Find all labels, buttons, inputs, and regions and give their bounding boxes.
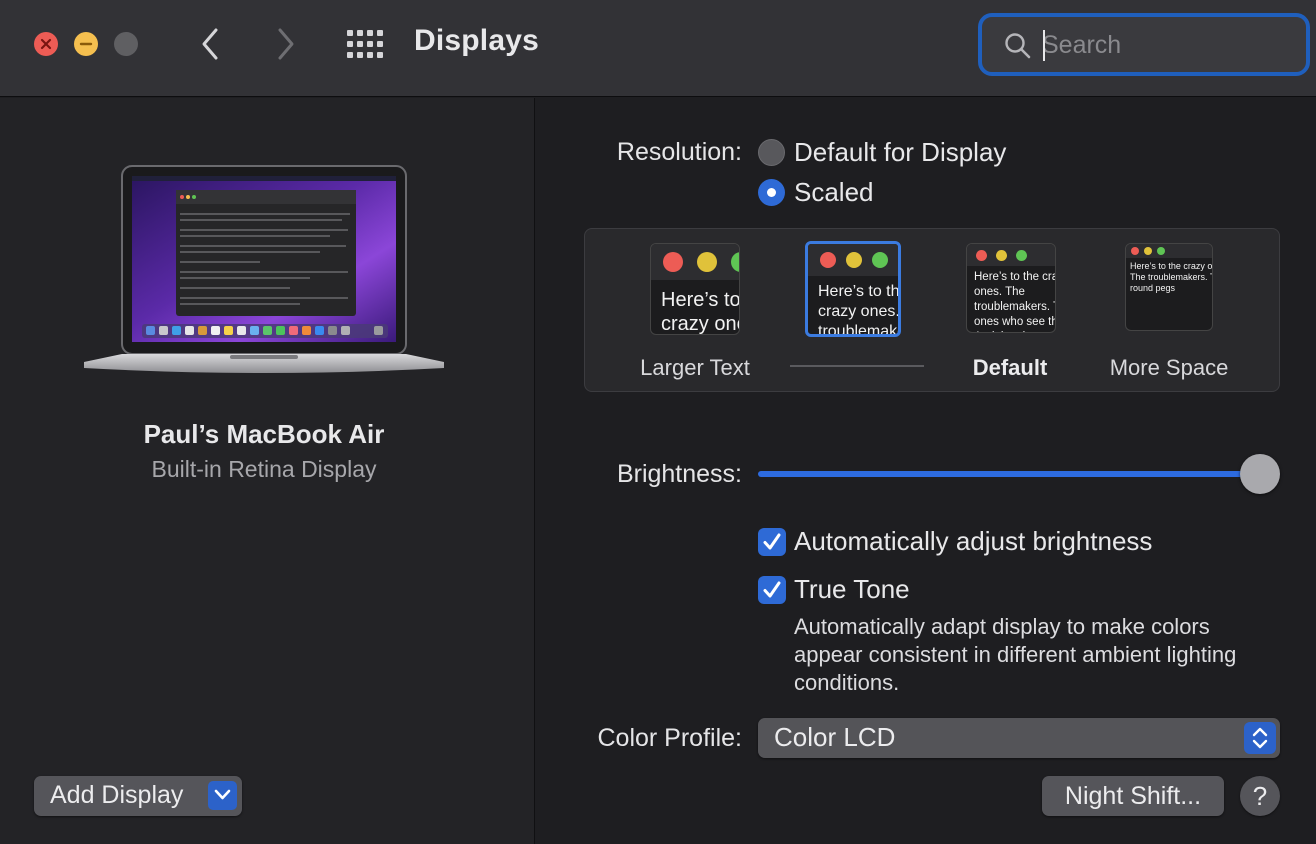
true-tone-checkbox[interactable]	[758, 576, 786, 604]
color-profile-label: Color Profile:	[597, 724, 743, 752]
display-sidebar: Paul’s MacBook Air Built-in Retina Displ…	[0, 98, 535, 844]
up-down-chevron-icon	[1252, 727, 1268, 749]
window-title: Displays	[414, 24, 539, 57]
color-profile-popup[interactable]: Color LCD	[758, 718, 1280, 758]
search-field[interactable]	[978, 13, 1310, 76]
scale-preview-text: Here’s to the crazy ones. The troublemak…	[661, 289, 740, 335]
add-display-label: Add Display	[50, 781, 184, 809]
scale-selection-indicator	[790, 365, 924, 367]
radio-default-for-display[interactable]	[758, 139, 785, 166]
text-caret	[1043, 30, 1045, 61]
scale-preview-text: Here’s to the crazy ones. The troublemak…	[974, 271, 1055, 332]
brightness-slider-track[interactable]	[758, 471, 1260, 477]
add-display-popup-button[interactable]: Add Display	[34, 776, 242, 816]
checkmark-icon	[763, 581, 781, 598]
scale-option-larger-text[interactable]: Here’s to the crazy ones. The troublemak…	[650, 243, 740, 335]
checkmark-icon	[763, 533, 781, 550]
close-icon	[40, 38, 52, 50]
color-profile-value: Color LCD	[774, 722, 896, 752]
radio-scaled[interactable]	[758, 179, 785, 206]
auto-brightness-checkbox[interactable]	[758, 528, 786, 556]
chevron-right-icon	[278, 28, 294, 60]
macbook-air-image	[84, 165, 444, 373]
scale-label-larger-text: Larger Text	[640, 355, 750, 380]
scale-label-more-space: More Space	[1109, 355, 1229, 380]
chevron-left-icon	[202, 28, 218, 60]
help-button[interactable]: ?	[1240, 776, 1280, 816]
brightness-label: Brightness:	[616, 460, 742, 488]
minimize-window-button[interactable]	[74, 32, 98, 56]
brightness-slider-knob[interactable]	[1240, 454, 1280, 494]
display-name: Paul’s MacBook Air	[143, 419, 385, 449]
scale-option-selected[interactable]: Here’s to the crazy ones. The troublemak…	[805, 241, 901, 337]
auto-brightness-label[interactable]: Automatically adjust brightness	[794, 526, 1152, 557]
true-tone-description: Automatically adapt display to make colo…	[794, 614, 1237, 695]
scale-preview-text: Here’s to the crazy ones. The troublemak…	[818, 283, 900, 337]
close-window-button[interactable]	[34, 32, 58, 56]
scaled-label[interactable]: Scaled	[794, 177, 874, 208]
scale-preview-text: Here’s to the crazy ones. The troublemak…	[1130, 261, 1213, 293]
resolution-label: Resolution:	[616, 138, 742, 166]
default-for-display-label[interactable]: Default for Display	[794, 137, 1006, 168]
scale-option-more-space[interactable]: Here’s to the crazy ones. The troublemak…	[1125, 243, 1213, 331]
search-icon	[1005, 33, 1031, 59]
scale-option-default[interactable]: Here’s to the crazy ones. The troublemak…	[966, 243, 1056, 333]
color-profile-stepper[interactable]	[1244, 722, 1276, 754]
minimize-icon	[79, 42, 93, 46]
display-type: Built-in Retina Display	[151, 456, 377, 482]
search-input[interactable]	[1042, 29, 1292, 61]
scale-label-default: Default	[972, 355, 1048, 380]
add-display-dropdown[interactable]	[208, 781, 237, 810]
chevron-down-icon	[214, 789, 231, 800]
forward-button[interactable]	[270, 26, 300, 62]
zoom-window-button[interactable]	[114, 32, 138, 56]
titlebar: Displays	[0, 0, 1316, 97]
show-all-preferences-button[interactable]	[346, 29, 386, 59]
grid-icon	[347, 30, 383, 58]
back-button[interactable]	[196, 26, 226, 62]
night-shift-button[interactable]: Night Shift...	[1042, 776, 1224, 816]
true-tone-label[interactable]: True Tone	[794, 574, 910, 605]
